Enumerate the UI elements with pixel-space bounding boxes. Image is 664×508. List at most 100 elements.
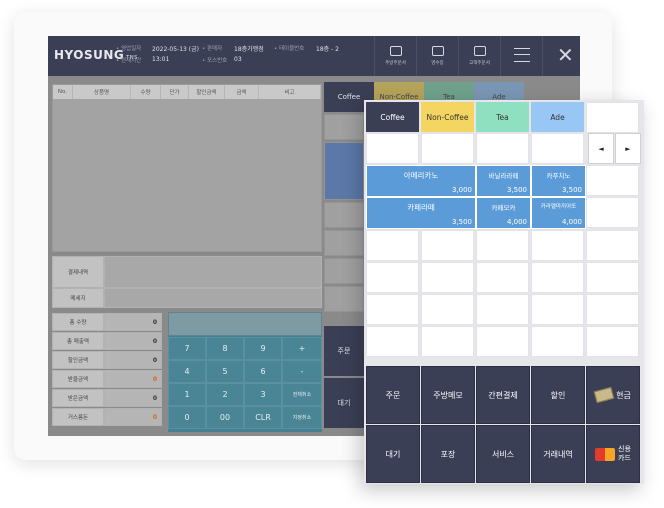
- tab-coffee[interactable]: Coffee: [366, 102, 419, 132]
- empty-cell: [586, 230, 639, 261]
- key-1[interactable]: 1: [168, 383, 206, 406]
- transaction-history-button[interactable]: 거래내역: [531, 425, 585, 483]
- empty-cell: [531, 262, 584, 293]
- tab-ade[interactable]: Ade: [531, 102, 584, 132]
- cash-button[interactable]: 현금: [586, 366, 640, 424]
- tab-non-coffee[interactable]: Non-Coffee: [421, 102, 474, 132]
- discount-value: 0: [104, 351, 162, 369]
- key-plus[interactable]: +: [282, 337, 322, 360]
- empty-cell: [476, 230, 529, 261]
- empty-cell: [586, 197, 639, 228]
- empty-cell: [531, 133, 584, 164]
- empty-cell: [586, 102, 639, 133]
- hold-button[interactable]: 대기: [366, 425, 420, 483]
- pos-value: 03: [234, 56, 242, 63]
- product-vanilla-latte[interactable]: 바닐라라떼 3,500: [476, 165, 531, 197]
- service-button[interactable]: 서비스: [476, 425, 530, 483]
- prev-page-button[interactable]: ◄: [588, 133, 614, 164]
- pos-header: HYOSUNG TNS • 영업일자 2022-05-13 (금) • 현재시간 …: [48, 36, 580, 76]
- empty-cell: [476, 326, 529, 357]
- customer-order-print-button[interactable]: 고객주문서: [458, 36, 500, 76]
- pos-mockup: HYOSUNG TNS • 영업일자 2022-05-13 (금) • 현재시간 …: [0, 0, 664, 508]
- empty-cell: [366, 294, 419, 325]
- empty-cell: [476, 294, 529, 325]
- back-hold-button[interactable]: 대기: [324, 378, 364, 428]
- key-5[interactable]: 5: [206, 360, 244, 383]
- empty-cell: [531, 230, 584, 261]
- order-table[interactable]: No. 상품명 수량 단가 할인금액 금액 비고: [52, 84, 322, 252]
- key-7[interactable]: 7: [168, 337, 206, 360]
- key-2[interactable]: 2: [206, 383, 244, 406]
- key-minus[interactable]: -: [282, 360, 322, 383]
- empty-cell: [586, 326, 639, 357]
- menu-button[interactable]: [500, 36, 542, 76]
- amount-due-value: 0: [104, 370, 162, 388]
- total-sales-value: 0: [104, 332, 162, 350]
- simple-pay-button[interactable]: 간편결제: [476, 366, 530, 424]
- credit-card-button[interactable]: 신용 카드: [586, 425, 640, 483]
- order-table-header: No. 상품명 수량 단가 할인금액 금액 비고: [53, 85, 321, 99]
- tab-tea[interactable]: Tea: [476, 102, 529, 132]
- empty-cell: [476, 133, 529, 164]
- business-date-label: • 영업일자: [116, 46, 142, 52]
- discount-button[interactable]: 할인: [531, 366, 585, 424]
- empty-cell: [421, 133, 474, 164]
- current-time-label: • 현재시간: [116, 58, 142, 64]
- cash-icon: [593, 386, 615, 404]
- next-page-button[interactable]: ►: [615, 133, 641, 164]
- key-8[interactable]: 8: [206, 337, 244, 360]
- total-sales-label: 총 매출액: [52, 332, 104, 350]
- clerk-label: • 판매자: [202, 46, 223, 52]
- clerk-value: 18층가맹점: [234, 46, 264, 53]
- table-value: 18층 - 2: [316, 46, 339, 53]
- change-label: 거스름돈: [52, 408, 104, 426]
- takeout-button[interactable]: 포장: [421, 425, 475, 483]
- key-00[interactable]: 00: [206, 406, 244, 429]
- message-box: [104, 288, 322, 308]
- hamburger-icon: [514, 48, 530, 62]
- product-cafe-mocha[interactable]: 카페모카 4,000: [476, 197, 531, 229]
- total-qty-label: 총 수량: [52, 313, 104, 331]
- kitchen-order-print-button[interactable]: 주방주문서: [374, 36, 416, 76]
- total-qty-value: 0: [104, 313, 162, 331]
- product-caramel-macchiato[interactable]: 카라멜마끼아또 4,000: [531, 197, 586, 229]
- payment-history-box: [104, 256, 322, 288]
- empty-cell: [586, 294, 639, 325]
- receipt-print-button[interactable]: 영수증: [416, 36, 458, 76]
- numeric-keypad: 7 8 9 + 4 5 6 - 1 2 3 전체취소 0 00 CLR 지정취소: [168, 312, 322, 432]
- message-label: 메세지: [52, 288, 104, 308]
- back-empty-cell: [324, 258, 364, 284]
- business-date-value: 2022-05-13 (금): [152, 46, 199, 53]
- clear-key[interactable]: CLR: [244, 406, 282, 429]
- key-3[interactable]: 3: [244, 383, 282, 406]
- back-product-cell[interactable]: [324, 142, 364, 200]
- current-time-value: 13:01: [152, 56, 170, 63]
- cancel-all-key[interactable]: 전체취소: [282, 383, 322, 406]
- empty-cell: [421, 262, 474, 293]
- kitchen-memo-button[interactable]: 주방메모: [421, 366, 475, 424]
- key-4[interactable]: 4: [168, 360, 206, 383]
- empty-cell: [421, 326, 474, 357]
- cancel-selected-key[interactable]: 지정취소: [282, 406, 322, 429]
- empty-cell: [366, 230, 419, 261]
- key-6[interactable]: 6: [244, 360, 282, 383]
- pos-label: • 포스번호: [202, 58, 228, 64]
- amount-received-value: 0: [104, 389, 162, 407]
- empty-cell: [421, 294, 474, 325]
- empty-cell: [421, 230, 474, 261]
- empty-cell: [531, 326, 584, 357]
- key-9[interactable]: 9: [244, 337, 282, 360]
- empty-cell: [531, 294, 584, 325]
- amount-received-label: 받은금액: [52, 389, 104, 407]
- empty-cell: [476, 262, 529, 293]
- product-americano[interactable]: 아메리카노 3,000: [366, 165, 476, 197]
- product-cafe-latte[interactable]: 카페라떼 3,500: [366, 197, 476, 229]
- key-0[interactable]: 0: [168, 406, 206, 429]
- product-cappuccino[interactable]: 카푸치노 3,500: [531, 165, 586, 197]
- discount-label: 할인금액: [52, 351, 104, 369]
- empty-cell: [366, 133, 419, 164]
- keypad-display: [168, 312, 322, 336]
- close-button[interactable]: ✕: [542, 36, 580, 76]
- back-order-button[interactable]: 주문: [324, 326, 364, 376]
- order-button[interactable]: 주문: [366, 366, 420, 424]
